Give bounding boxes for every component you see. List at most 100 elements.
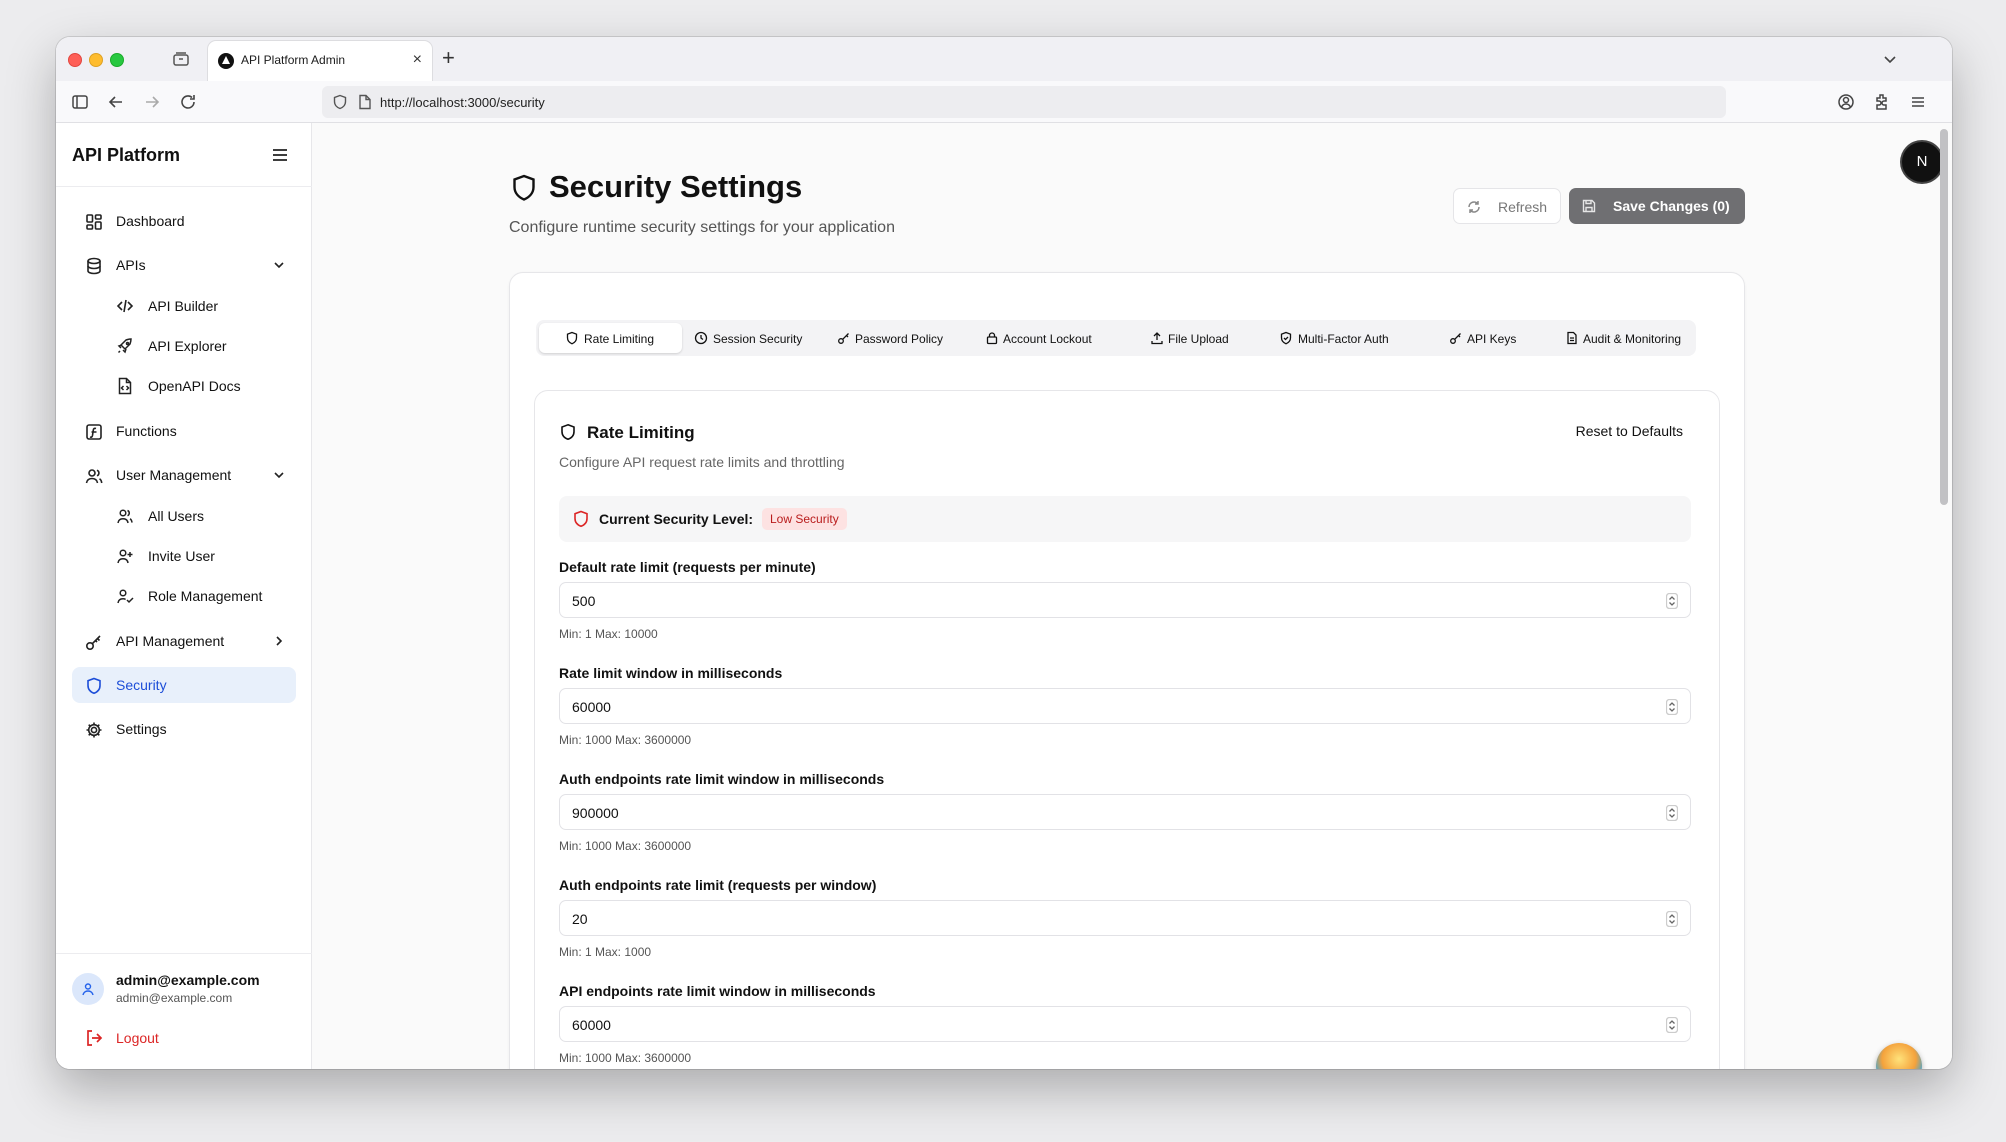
chevron-down-icon[interactable]: [272, 468, 286, 482]
sidebar-item-label: Invite User: [148, 548, 215, 564]
page-icon: [359, 94, 371, 110]
api-rate-limit-window-input[interactable]: 60000: [559, 1006, 1691, 1042]
tracking-shield-icon[interactable]: [332, 94, 348, 110]
browser-tab-title: API Platform Admin: [241, 53, 346, 67]
chevron-right-icon[interactable]: [272, 634, 286, 648]
reload-icon[interactable]: [178, 92, 198, 112]
tab-audit-monitoring[interactable]: Audit & Monitoring: [1558, 323, 1694, 353]
user-plus-icon: [117, 549, 133, 564]
sidebar-item-openapi-docs[interactable]: OpenAPI Docs: [104, 369, 294, 403]
sidebar-item-functions[interactable]: Functions: [72, 413, 296, 449]
field-label: Rate limit window in milliseconds: [559, 665, 783, 681]
default-rate-limit-input[interactable]: 500: [559, 582, 1691, 618]
app-menu-icon[interactable]: [1908, 92, 1928, 112]
key-icon: [1450, 333, 1461, 344]
input-value: 500: [572, 593, 596, 609]
navigation-bar: http://localhost:3000/security: [56, 81, 1952, 123]
save-icon: [1582, 199, 1596, 213]
stepper-icon[interactable]: [1666, 699, 1678, 715]
section-title: Rate Limiting: [587, 423, 695, 442]
sidebar-item-role-management[interactable]: Role Management: [104, 579, 294, 613]
function-icon: [86, 424, 102, 440]
tab-label: Multi-Factor Auth: [1298, 332, 1389, 346]
reset-to-defaults-button[interactable]: Reset to Defaults: [1576, 423, 1683, 439]
back-arrow-icon[interactable]: [106, 92, 126, 112]
sidebar-item-api-management[interactable]: API Management: [72, 623, 296, 659]
field-hint: Min: 1000 Max: 3600000: [559, 733, 692, 747]
browser-tab[interactable]: API Platform Admin ×: [208, 41, 432, 81]
tab-session-security[interactable]: Session Security: [682, 323, 828, 353]
sidebar-item-settings[interactable]: Settings: [72, 711, 296, 747]
settings-card: Rate Limiting Session Security Password …: [509, 272, 1745, 1069]
status-badge: Low Security: [762, 508, 847, 530]
key-icon: [85, 635, 101, 651]
avatar[interactable]: [72, 973, 104, 1005]
scrollbar-thumb[interactable]: [1940, 129, 1948, 505]
sidebar-item-user-management[interactable]: User Management: [72, 457, 296, 493]
refresh-icon: [1468, 201, 1480, 213]
user-check-icon: [117, 589, 134, 604]
user-name: admin@example.com: [116, 972, 260, 988]
tab-api-keys[interactable]: API Keys: [1412, 323, 1558, 353]
minimize-window-button[interactable]: [89, 53, 103, 67]
account-icon[interactable]: [1836, 92, 1856, 112]
url-bar[interactable]: http://localhost:3000/security: [322, 86, 1726, 118]
chevron-down-icon[interactable]: [272, 258, 286, 272]
sidebar-item-label: All Users: [148, 508, 205, 524]
stepper-icon[interactable]: [1666, 805, 1678, 821]
tab-file-upload[interactable]: File Upload: [1120, 323, 1266, 353]
gear-icon: [86, 722, 102, 738]
new-tab-button[interactable]: +: [442, 45, 455, 71]
input-value: 20: [572, 911, 588, 927]
sidebar-item-dashboard[interactable]: Dashboard: [72, 203, 296, 239]
close-window-button[interactable]: [68, 53, 82, 67]
close-tab-icon[interactable]: ×: [413, 51, 422, 69]
browser-window: API Platform Admin × + http://localhost:…: [56, 37, 1952, 1069]
stepper-icon[interactable]: [1666, 593, 1678, 609]
shield-check-icon: [1280, 331, 1292, 345]
sidebar-item-security[interactable]: Security: [72, 667, 296, 703]
chevron-down-icon[interactable]: [1880, 49, 1900, 69]
maximize-window-button[interactable]: [110, 53, 124, 67]
logout-button[interactable]: Logout: [72, 1026, 192, 1050]
sidebar-footer: admin@example.com admin@example.com Logo…: [56, 953, 312, 1069]
refresh-button[interactable]: Refresh: [1453, 188, 1561, 224]
sidebar-toggle-icon[interactable]: [70, 92, 90, 112]
auth-rate-limit-input[interactable]: 20: [559, 900, 1691, 936]
stepper-icon[interactable]: [1666, 911, 1678, 927]
sidebar-item-label: Security: [116, 677, 167, 693]
forward-arrow-icon[interactable]: [142, 92, 162, 112]
auth-rate-limit-window-input[interactable]: 900000: [559, 794, 1691, 830]
sidebar-item-api-explorer[interactable]: API Explorer: [104, 329, 294, 363]
tab-overview-icon[interactable]: [172, 50, 190, 68]
rate-limit-window-input[interactable]: 60000: [559, 688, 1691, 724]
sidebar-item-api-builder[interactable]: API Builder: [104, 289, 294, 323]
tab-password-policy[interactable]: Password Policy: [828, 323, 974, 353]
sidebar-header: API Platform: [56, 123, 312, 187]
scrollbar[interactable]: [1940, 123, 1948, 1069]
user-avatar-button[interactable]: N: [1902, 142, 1942, 182]
field-label: API endpoints rate limit window in milli…: [559, 983, 876, 999]
stepper-icon[interactable]: [1666, 1017, 1678, 1033]
user-icon: [82, 983, 94, 996]
tab-account-lockout[interactable]: Account Lockout: [974, 323, 1120, 353]
sidebar-item-label: API Explorer: [148, 338, 227, 354]
field-label: Auth endpoints rate limit window in mill…: [559, 771, 885, 787]
tab-label: Rate Limiting: [584, 332, 655, 346]
sidebar-item-apis[interactable]: APIs: [72, 247, 296, 283]
hamburger-menu-icon[interactable]: [270, 145, 290, 165]
sidebar-item-all-users[interactable]: All Users: [104, 499, 294, 533]
key-icon: [838, 333, 849, 344]
section-description: Configure API request rate limits and th…: [559, 454, 845, 470]
field-label: Auth endpoints rate limit (requests per …: [559, 877, 877, 893]
url-text[interactable]: http://localhost:3000/security: [380, 95, 545, 110]
lock-icon: [986, 332, 998, 345]
field-hint: Min: 1 Max: 1000: [559, 945, 652, 959]
tab-multi-factor-auth[interactable]: Multi-Factor Auth: [1266, 323, 1412, 353]
extensions-icon[interactable]: [1872, 92, 1892, 112]
upload-icon: [1151, 332, 1163, 345]
logout-icon: [87, 1030, 103, 1046]
save-changes-button[interactable]: Save Changes (0): [1569, 188, 1745, 224]
sidebar-item-invite-user[interactable]: Invite User: [104, 539, 294, 573]
tab-rate-limiting[interactable]: Rate Limiting: [539, 323, 682, 353]
